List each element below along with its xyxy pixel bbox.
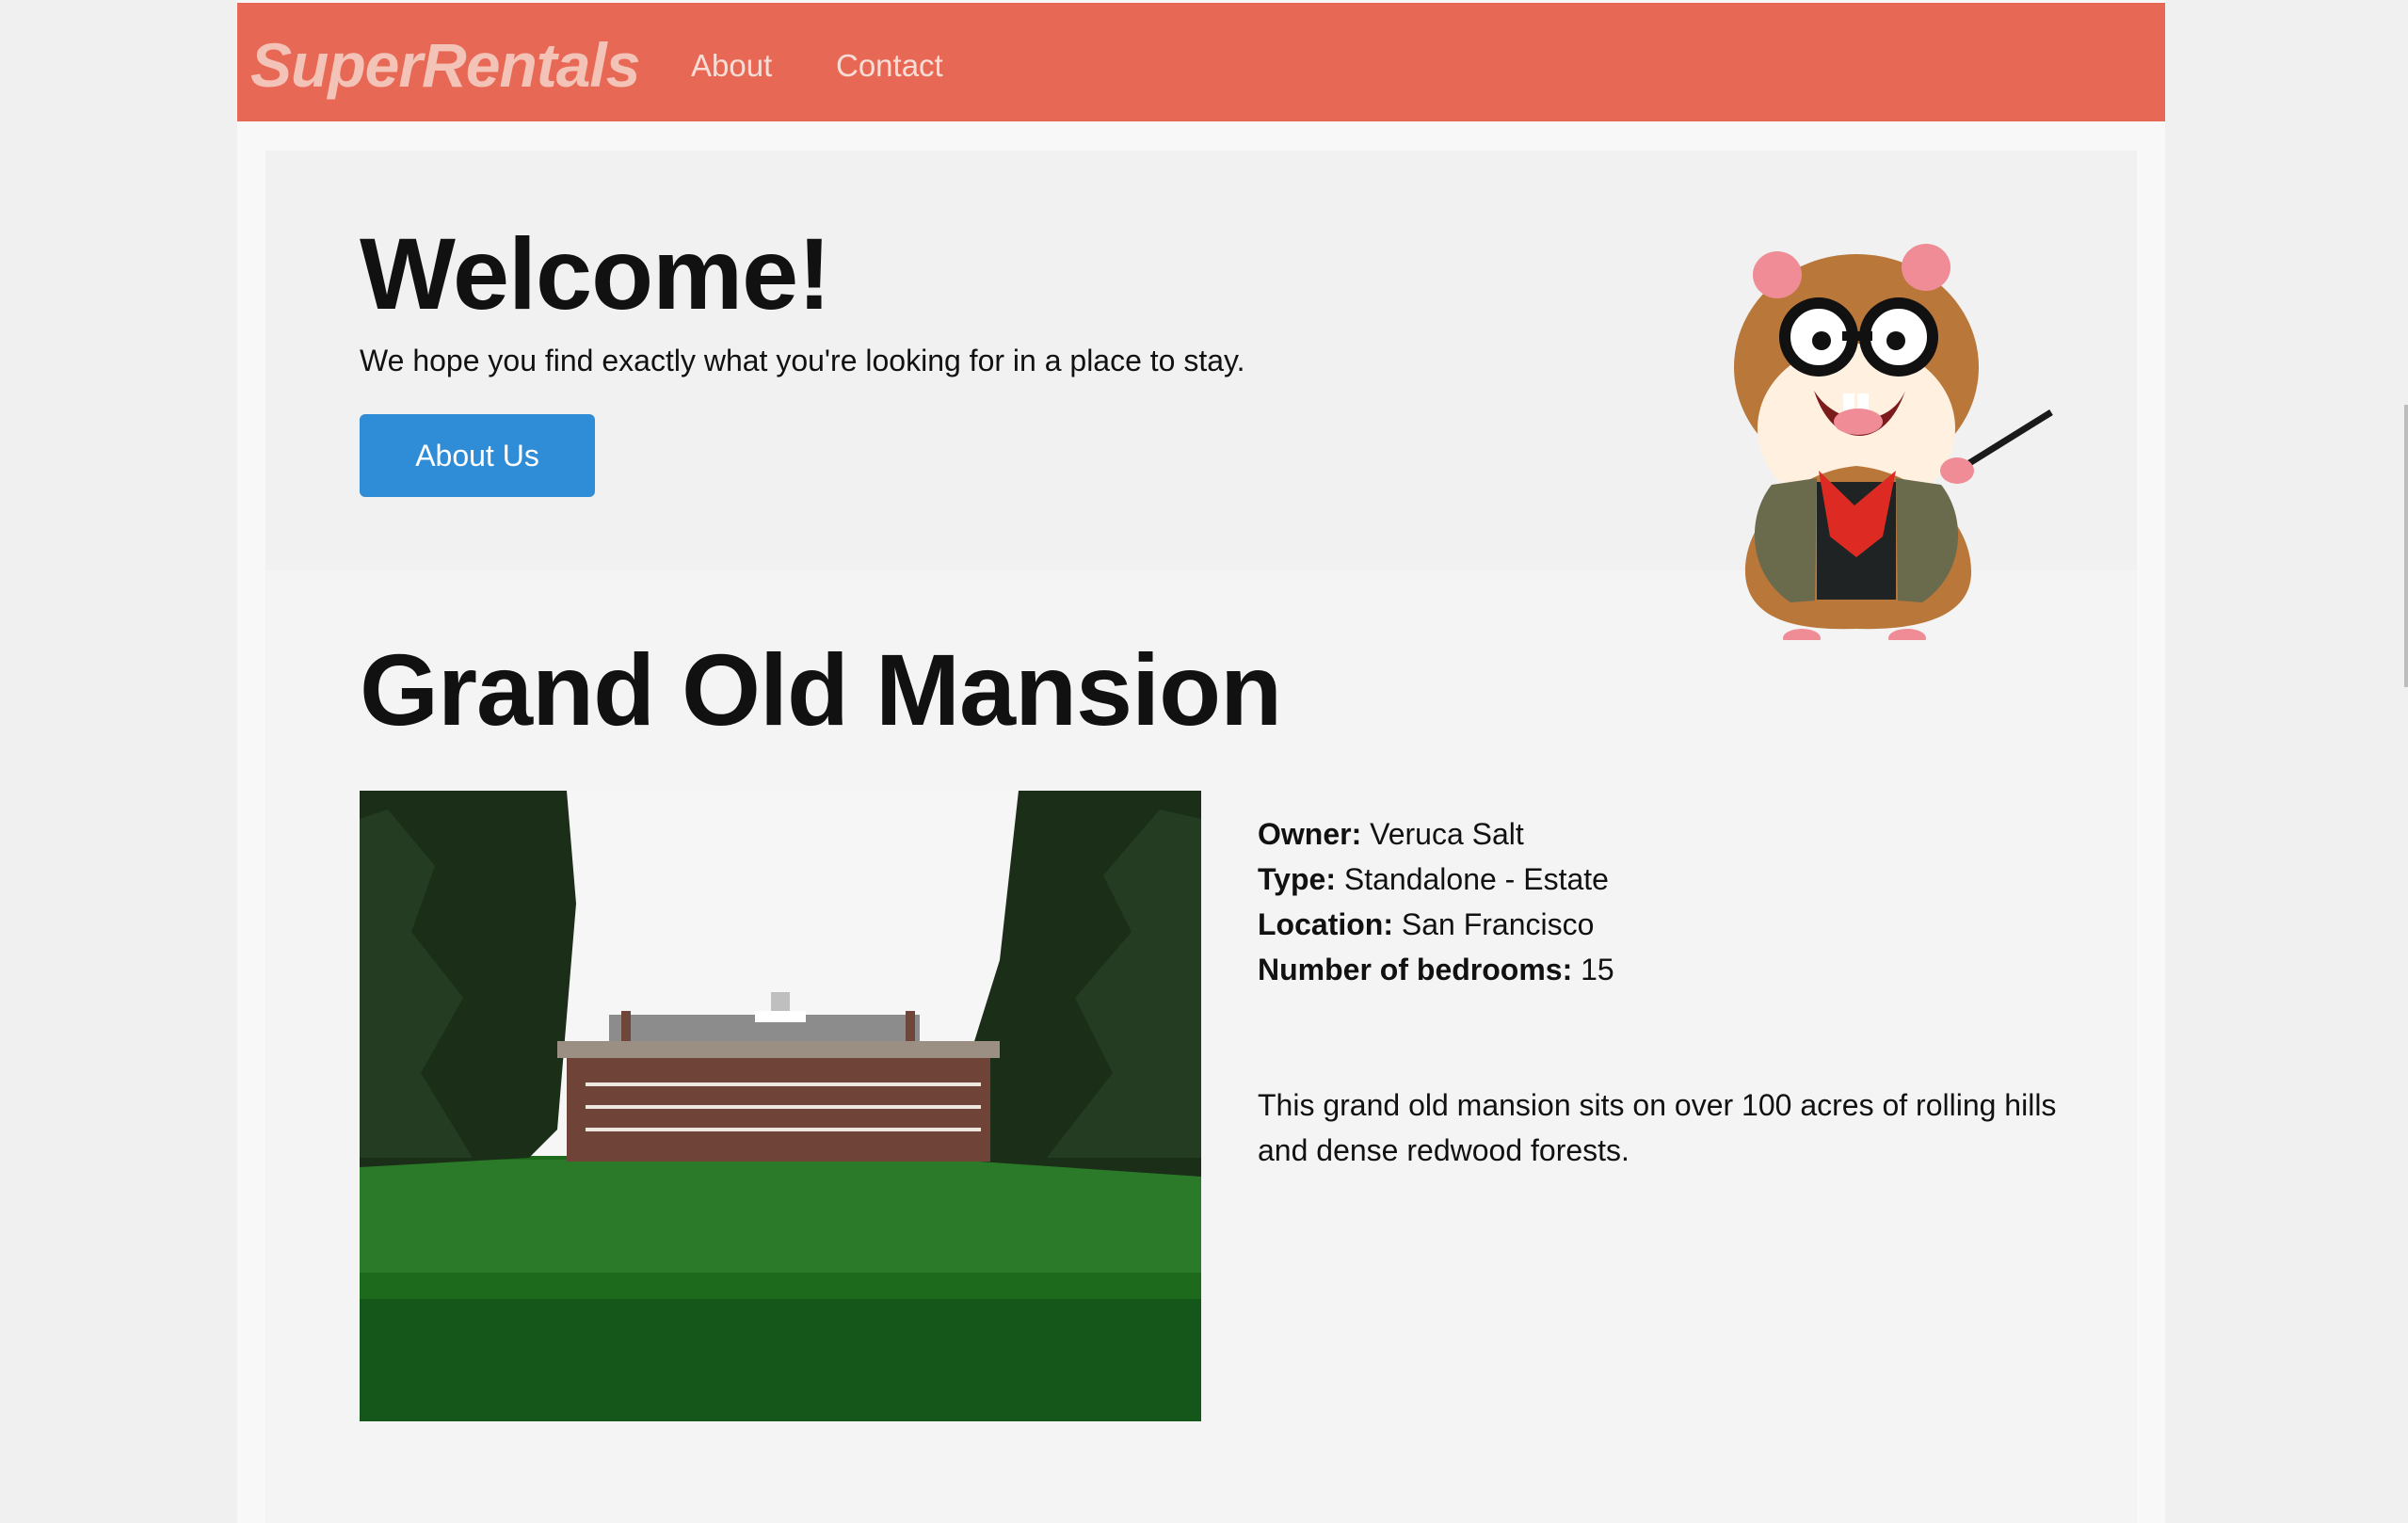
owner-value: Veruca Salt [1370, 817, 1524, 851]
rental-description: This grand old mansion sits on over 100 … [1258, 1088, 2057, 1167]
type-label: Type: [1258, 862, 1336, 896]
page-container: SuperRentals About Contact Welcome! We h… [237, 0, 2165, 1523]
welcome-subtitle: We hope you find exactly what you're loo… [360, 344, 1245, 377]
top-navigation-bar: SuperRentals About Contact [237, 3, 2165, 121]
nav-link-contact[interactable]: Contact [836, 48, 943, 84]
mansion-photo-illustration [360, 791, 1201, 1421]
owner-row: Owner: Veruca Salt [1258, 811, 1614, 857]
owner-label: Owner: [1258, 817, 1362, 851]
nav-link-about[interactable]: About [691, 48, 772, 84]
location-label: Location: [1258, 907, 1393, 941]
tomster-mascot-icon [1734, 244, 2053, 640]
brand-logo-link[interactable]: SuperRentals [250, 29, 640, 101]
rental-details: Owner: Veruca Salt Type: Standalone - Es… [1258, 811, 1614, 992]
bedrooms-label: Number of bedrooms: [1258, 953, 1573, 986]
location-value: San Francisco [1401, 907, 1595, 941]
rental-photo[interactable] [360, 791, 1201, 1421]
main-content: Welcome! We hope you find exactly what y… [265, 151, 2137, 1523]
location-row: Location: San Francisco [1258, 902, 1614, 947]
welcome-heading: Welcome! [360, 216, 831, 330]
type-row: Type: Standalone - Estate [1258, 857, 1614, 902]
bedrooms-value: 15 [1581, 953, 1614, 986]
about-us-button[interactable]: About Us [360, 414, 595, 497]
type-value: Standalone - Estate [1343, 862, 1609, 896]
page-scrollbar[interactable] [2404, 405, 2408, 687]
bedrooms-row: Number of bedrooms: 15 [1258, 947, 1614, 992]
rental-title: Grand Old Mansion [360, 633, 1282, 746]
